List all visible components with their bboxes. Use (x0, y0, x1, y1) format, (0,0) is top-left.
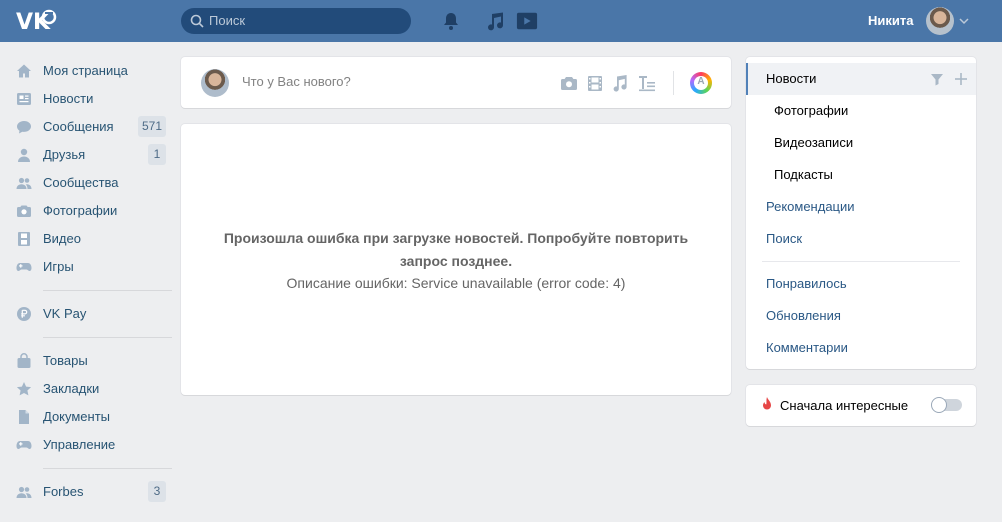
filter-icon[interactable] (929, 71, 945, 87)
error-description: Описание ошибки: Service unavailable (er… (286, 275, 626, 291)
nav-divider (43, 290, 172, 291)
filter-liked[interactable]: Понравилось (746, 268, 976, 300)
film-icon[interactable] (585, 73, 605, 93)
nav-friends[interactable]: Друзья 1 (14, 140, 166, 168)
star-icon (16, 382, 32, 396)
bell-icon[interactable] (440, 10, 462, 32)
nav-messages[interactable]: Сообщения 571 (14, 112, 166, 140)
nav-games[interactable]: Игры (14, 252, 166, 280)
gamepad-icon (16, 263, 32, 271)
camera-icon (17, 205, 31, 217)
interesting-first-label: Сначала интересные (780, 398, 909, 413)
gamepad-icon (16, 441, 32, 449)
document-icon (19, 410, 29, 424)
nav-forbes[interactable]: Forbes 3 (14, 477, 166, 505)
messages-icon (17, 121, 31, 134)
ruble-icon (17, 307, 31, 321)
play-icon[interactable] (516, 10, 538, 32)
interesting-first-toggle[interactable] (931, 397, 962, 413)
filter-divider (762, 261, 960, 262)
post-composer[interactable]: Что у Вас нового? A (181, 57, 731, 108)
newspaper-icon (17, 93, 31, 105)
groups-icon (16, 177, 32, 189)
home-icon (17, 64, 31, 78)
user-name: Никита (868, 13, 914, 28)
text-icon[interactable] (637, 73, 657, 93)
user-icon (18, 148, 30, 162)
nav-photos[interactable]: Фотографии (14, 196, 166, 224)
filter-search[interactable]: Поиск (746, 223, 976, 255)
filter-photos[interactable]: Фотографии (746, 95, 976, 127)
filter-updates[interactable]: Обновления (746, 300, 976, 332)
bag-icon (17, 353, 31, 368)
nav-video[interactable]: Видео (14, 224, 166, 252)
vk-logo[interactable]: VK (14, 7, 58, 35)
top-header: VK Поиск Никита (0, 0, 1002, 42)
forbes-count-badge: 3 (148, 481, 166, 502)
nav-bookmarks[interactable]: Закладки (14, 374, 166, 402)
user-menu[interactable]: Никита (860, 7, 980, 35)
nav-communities[interactable]: Сообщества (14, 168, 166, 196)
film-icon (18, 232, 30, 246)
nav-divider (43, 468, 172, 469)
messages-count-badge: 571 (137, 116, 166, 137)
camera-icon[interactable] (559, 73, 579, 93)
feed-filters: Новости Фотографии Видеозаписи Подкасты … (746, 57, 976, 369)
nav-divider (43, 337, 172, 338)
chevron-down-icon (959, 18, 969, 25)
groups-icon (16, 486, 32, 498)
nav-documents[interactable]: Документы (14, 402, 166, 430)
nav-news[interactable]: Новости (14, 84, 166, 112)
composer-placeholder[interactable]: Что у Вас нового? (242, 74, 351, 89)
friends-count-badge: 1 (148, 144, 166, 165)
flame-icon (763, 397, 771, 410)
avatar-icon[interactable]: A (690, 72, 712, 94)
filter-comments[interactable]: Комментарии (746, 332, 976, 364)
news-feed-error: Произошла ошибка при загрузке новостей. … (181, 124, 731, 395)
nav-management[interactable]: Управление (14, 430, 166, 458)
user-avatar (926, 7, 954, 35)
error-title: Произошла ошибка при загрузке новостей. … (223, 230, 689, 269)
music-icon[interactable] (610, 73, 630, 93)
search-placeholder: Поиск (209, 13, 246, 28)
search-icon (190, 14, 204, 28)
search-field[interactable]: Поиск (181, 8, 411, 34)
filter-videos[interactable]: Видеозаписи (746, 127, 976, 159)
nav-my-page[interactable]: Моя страница (14, 56, 166, 84)
composer-divider (673, 71, 674, 95)
nav-vk-pay[interactable]: VK Pay (14, 299, 166, 327)
nav-goods[interactable]: Товары (14, 346, 166, 374)
filter-recommendations[interactable]: Рекомендации (746, 191, 976, 223)
interesting-first-setting: Сначала интересные (746, 385, 976, 426)
composer-avatar (201, 69, 229, 97)
plus-icon[interactable] (953, 71, 969, 87)
filter-news[interactable]: Новости (746, 63, 976, 95)
music-icon[interactable] (484, 10, 506, 32)
filter-podcasts[interactable]: Подкасты (746, 159, 976, 191)
